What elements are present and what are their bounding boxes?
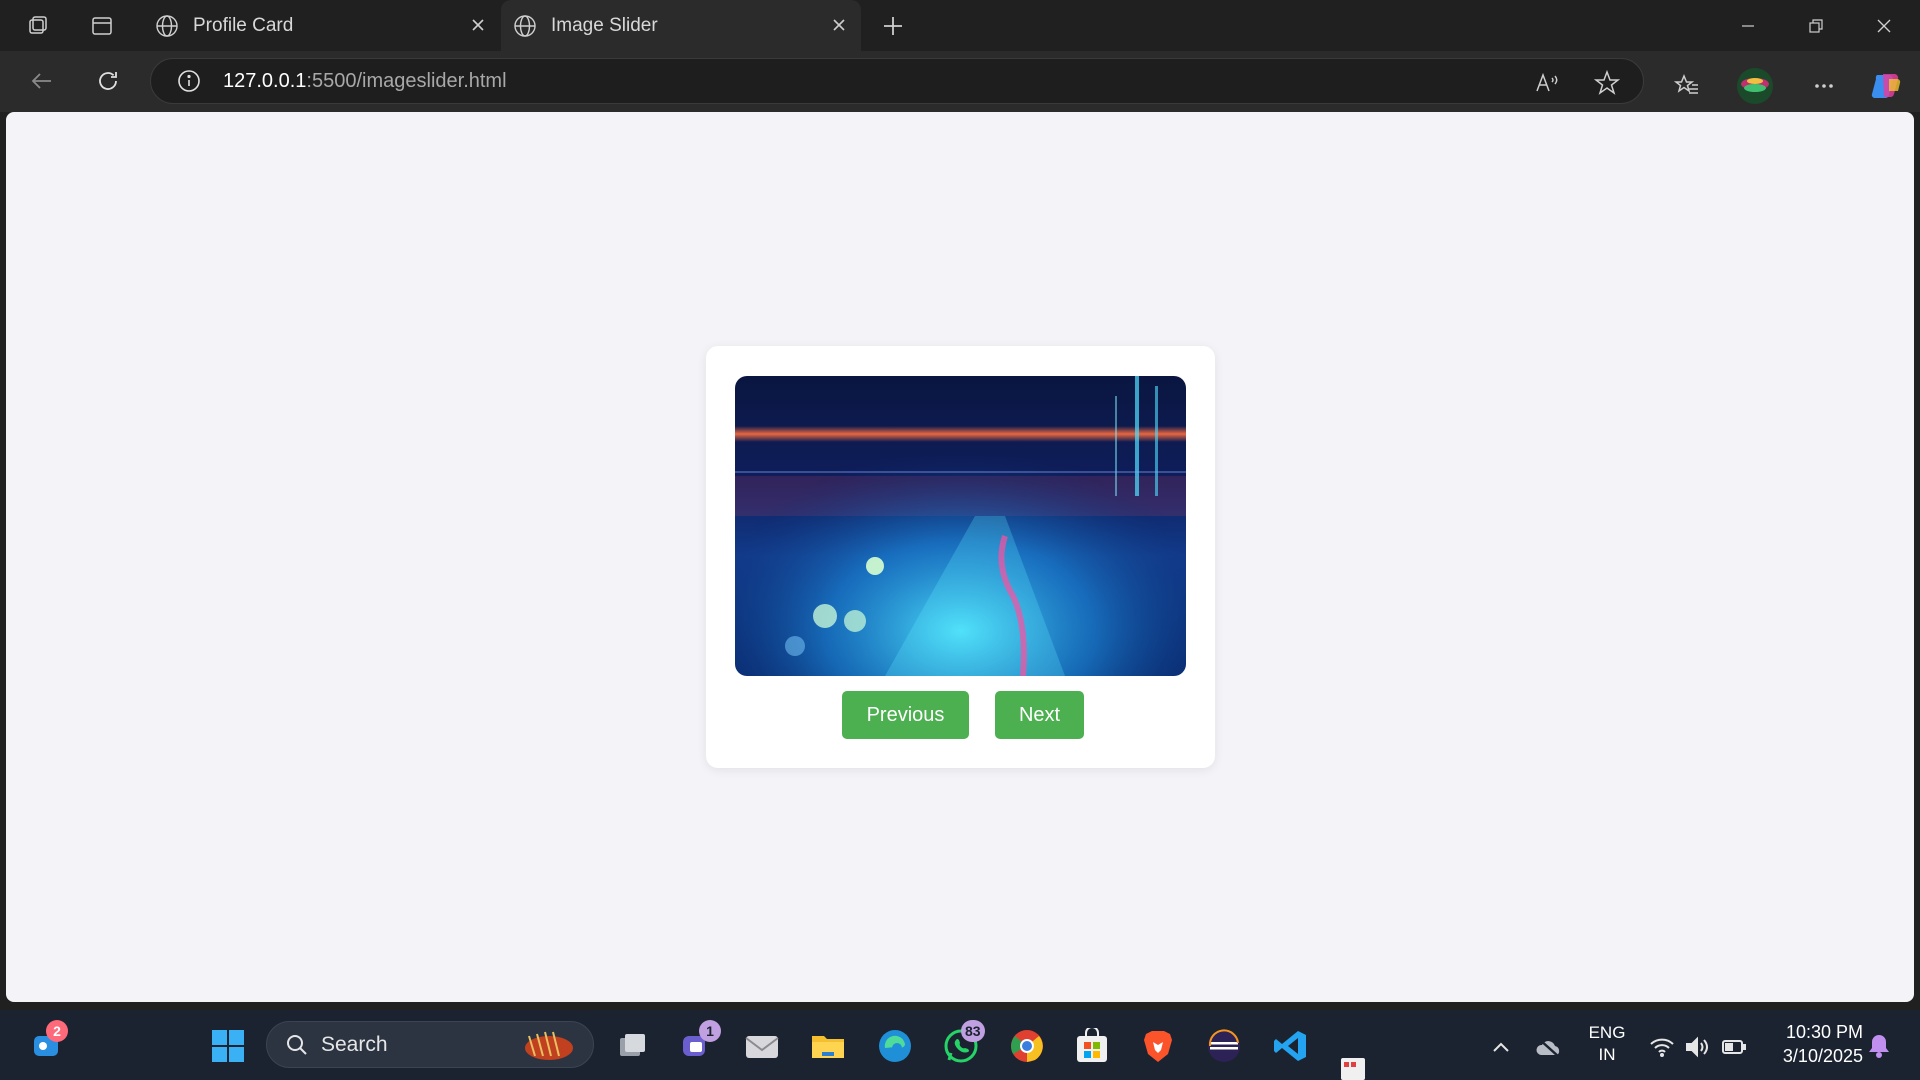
task-view-icon[interactable]: [612, 1026, 652, 1066]
new-tab-button[interactable]: [877, 10, 909, 42]
page-viewport: Previous Next: [6, 112, 1914, 1002]
notification-bell-icon[interactable]: [1864, 1030, 1894, 1062]
address-bar[interactable]: 127.0.0.1:5500/imageslider.html: [150, 58, 1644, 104]
favorites-icon[interactable]: [1667, 66, 1707, 106]
store-icon[interactable]: [1072, 1026, 1112, 1066]
read-aloud-icon[interactable]: [1531, 67, 1563, 99]
search-highlight-icon: [525, 1031, 573, 1060]
system-clock[interactable]: 10:30 PM 3/10/2025: [1763, 1020, 1863, 1068]
notification-badge: 2: [46, 1020, 68, 1042]
close-window-button[interactable]: [1850, 0, 1918, 51]
more-options-icon[interactable]: [1804, 66, 1844, 106]
whatsapp-icon[interactable]: 83: [941, 1020, 985, 1066]
url-text: 127.0.0.1:5500/imageslider.html: [223, 70, 507, 93]
site-info-icon[interactable]: [175, 67, 203, 95]
onedrive-offline-icon[interactable]: [1533, 1032, 1565, 1064]
language-code: ENG: [1588, 1023, 1626, 1042]
input-language[interactable]: ENG IN: [1582, 1022, 1632, 1066]
chrome-icon[interactable]: [1007, 1026, 1047, 1066]
volume-icon[interactable]: [1683, 1032, 1713, 1062]
wifi-icon[interactable]: [1647, 1032, 1677, 1062]
tab-actions-icon[interactable]: [86, 10, 118, 42]
search-icon: [287, 1034, 307, 1055]
workspaces-icon[interactable]: [22, 10, 54, 42]
slide-image: [735, 376, 1186, 676]
brave-icon[interactable]: [1138, 1026, 1178, 1066]
url-host: 127.0.0.1: [223, 69, 307, 92]
profile-avatar[interactable]: [1735, 66, 1775, 106]
minimize-button[interactable]: [1714, 0, 1782, 51]
close-tab-icon[interactable]: [466, 13, 490, 37]
next-button[interactable]: Next: [995, 691, 1084, 739]
previous-button[interactable]: Previous: [842, 691, 969, 739]
running-app-icon[interactable]: [1337, 1054, 1369, 1080]
start-button[interactable]: [207, 1025, 249, 1067]
refresh-button[interactable]: [88, 61, 128, 101]
mail-icon[interactable]: [742, 1026, 782, 1066]
eclipse-icon[interactable]: [1204, 1026, 1244, 1066]
teams-icon[interactable]: 1: [677, 1020, 721, 1066]
file-explorer-icon[interactable]: [808, 1026, 848, 1066]
tab-title: Profile Card: [193, 14, 294, 36]
taskbar-search[interactable]: Search: [266, 1021, 594, 1068]
edge-icon[interactable]: [875, 1026, 915, 1066]
show-hidden-icons-chevron-up-icon[interactable]: [1487, 1034, 1515, 1062]
notification-badge: 83: [961, 1020, 985, 1042]
globe-icon: [156, 14, 178, 37]
slider-card: Previous Next: [706, 346, 1215, 768]
language-region: IN: [1598, 1045, 1616, 1064]
url-path: :5500/imageslider.html: [306, 69, 507, 92]
restore-button[interactable]: [1782, 0, 1850, 51]
tab-title: Image Slider: [551, 14, 658, 36]
globe-icon: [514, 14, 536, 37]
browser-toolbar: 127.0.0.1:5500/imageslider.html: [0, 51, 1920, 112]
close-tab-icon[interactable]: [827, 13, 851, 37]
copilot-icon[interactable]: [1866, 66, 1906, 106]
vscode-icon[interactable]: [1270, 1026, 1310, 1066]
notification-badge: 1: [699, 1020, 721, 1042]
search-label: Search: [321, 1032, 388, 1056]
browser-titlebar: Profile Card Image Slider: [0, 0, 1920, 51]
clock-time: 10:30 PM: [1785, 1022, 1863, 1042]
back-button[interactable]: [22, 61, 62, 101]
tab-image-slider[interactable]: Image Slider: [501, 0, 861, 51]
chat-widget-icon[interactable]: 2: [28, 1020, 68, 1066]
tab-profile-card[interactable]: Profile Card: [143, 0, 500, 51]
battery-icon[interactable]: [1719, 1032, 1749, 1062]
favorite-star-icon[interactable]: [1591, 67, 1623, 99]
clock-date: 3/10/2025: [1782, 1046, 1863, 1066]
